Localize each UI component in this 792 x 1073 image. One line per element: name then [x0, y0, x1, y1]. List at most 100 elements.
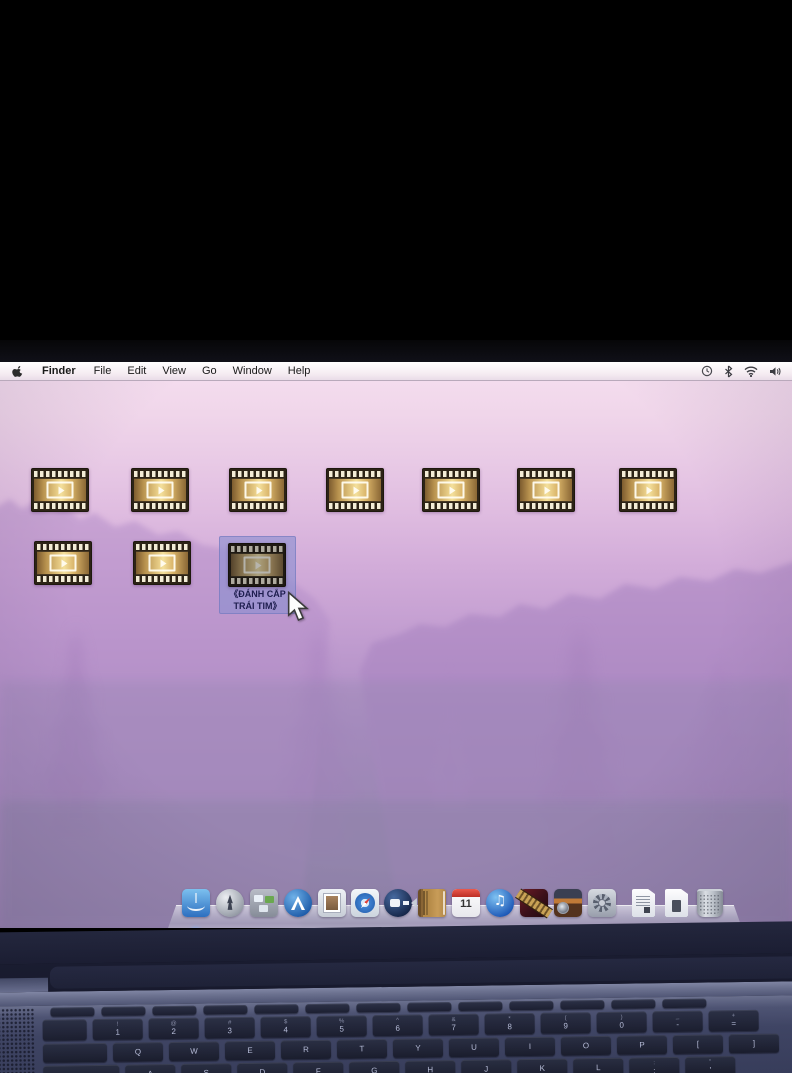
movie-file-icon[interactable] [34, 541, 92, 585]
key-D[interactable]: D [237, 1062, 287, 1073]
key-3[interactable]: #3 [205, 1017, 255, 1039]
key-5[interactable]: %5 [317, 1015, 367, 1037]
dock-item-calendar[interactable]: 11 [452, 889, 480, 917]
film-sprockets [37, 544, 89, 550]
key-blank[interactable] [203, 1005, 247, 1015]
key-1[interactable]: !1 [93, 1018, 143, 1040]
time-machine-icon[interactable] [701, 365, 713, 377]
dock-item-safari[interactable] [351, 889, 379, 917]
key-A[interactable]: A [125, 1064, 175, 1073]
key-T[interactable]: T [337, 1039, 387, 1059]
movie-file-icon[interactable] [229, 468, 287, 512]
dock-item-document-2[interactable] [665, 889, 688, 917]
key-blank[interactable] [560, 1000, 604, 1010]
film-body [232, 478, 284, 502]
movie-file-icon[interactable] [326, 468, 384, 512]
movie-file-icon[interactable] [619, 468, 677, 512]
key-blank[interactable] [662, 999, 706, 1009]
dock-item-imovie[interactable] [520, 889, 548, 917]
dock-item-app-store[interactable] [284, 889, 312, 917]
wifi-icon[interactable] [744, 366, 758, 377]
key-E[interactable]: E [225, 1041, 275, 1061]
key-blank[interactable] [50, 1007, 94, 1017]
key-K[interactable]: K [517, 1058, 567, 1073]
key-Y[interactable]: Y [393, 1038, 443, 1058]
key-blank[interactable] [101, 1006, 145, 1016]
key-J[interactable]: J [461, 1059, 511, 1073]
key-blank[interactable] [152, 1006, 196, 1016]
movie-file-icon[interactable] [31, 468, 89, 512]
movie-file-icon[interactable] [131, 468, 189, 512]
menu-item-help[interactable]: Help [280, 362, 319, 380]
movie-file-icon[interactable] [422, 468, 480, 512]
film-sprockets [34, 471, 86, 477]
key-0[interactable]: )0 [596, 1011, 646, 1033]
key-O[interactable]: O [561, 1036, 611, 1056]
menu-status-icons [701, 365, 792, 378]
key-I[interactable]: I [505, 1037, 555, 1057]
key-blank[interactable] [305, 1004, 349, 1014]
dock-item-finder[interactable] [182, 889, 210, 917]
film-body [37, 551, 89, 575]
key-blank[interactable] [509, 1001, 553, 1011]
key-=[interactable]: += [708, 1010, 758, 1032]
dock-item-itunes[interactable] [486, 889, 514, 917]
menu-item-finder[interactable]: Finder [34, 362, 86, 380]
wallpaper-forest [0, 381, 792, 928]
key--[interactable]: _- [652, 1011, 702, 1033]
key-9[interactable]: (9 [540, 1012, 590, 1034]
key-8[interactable]: *8 [485, 1013, 535, 1035]
menu-item-view[interactable]: View [154, 362, 194, 380]
key-[[interactable]: [ [673, 1034, 723, 1054]
key-6[interactable]: ^6 [373, 1014, 423, 1036]
dock-item-mission-control[interactable] [250, 889, 278, 917]
key-blank[interactable] [43, 1019, 87, 1041]
key-F[interactable]: F [293, 1062, 343, 1073]
volume-icon[interactable] [769, 366, 782, 377]
key-4[interactable]: $4 [261, 1016, 311, 1038]
key-blank[interactable] [254, 1004, 298, 1014]
key-][interactable]: ] [729, 1034, 779, 1054]
desktop[interactable]: 《ĐÁNH CẮPTRÁI TIM》 11 [0, 381, 792, 928]
play-button-icon [50, 555, 77, 572]
dock-item-system-preferences[interactable] [588, 889, 616, 917]
bluetooth-icon[interactable] [724, 365, 733, 378]
key-blank[interactable] [458, 1001, 502, 1011]
key-W[interactable]: W [169, 1041, 219, 1061]
key-blank[interactable] [356, 1003, 400, 1013]
menu-item-window[interactable]: Window [225, 362, 280, 380]
key-U[interactable]: U [449, 1037, 499, 1057]
movie-file-icon[interactable] [517, 468, 575, 512]
movie-file-icon[interactable] [133, 541, 191, 585]
key-Q[interactable]: Q [113, 1042, 163, 1062]
key-blank[interactable] [43, 1043, 107, 1063]
key-P[interactable]: P [617, 1035, 667, 1055]
film-sprockets [329, 471, 381, 477]
key-blank[interactable] [407, 1002, 451, 1012]
key-R[interactable]: R [281, 1040, 331, 1060]
play-button-icon [245, 482, 272, 499]
dock-item-iphoto[interactable] [554, 889, 582, 917]
key-S[interactable]: S [181, 1063, 231, 1073]
menu-item-file[interactable]: File [86, 362, 120, 380]
menu-item-edit[interactable]: Edit [119, 362, 154, 380]
key-G[interactable]: G [349, 1061, 399, 1073]
dock-item-mail[interactable] [318, 889, 346, 917]
dock-item-contacts[interactable] [418, 889, 446, 917]
key-blank[interactable] [611, 999, 655, 1009]
dock-item-facetime[interactable] [384, 889, 412, 917]
key-2[interactable]: @2 [149, 1018, 199, 1040]
key-'[interactable]: "' [685, 1056, 735, 1073]
key-7[interactable]: &7 [429, 1014, 479, 1036]
dock-item-launchpad[interactable] [216, 889, 244, 917]
menu-item-go[interactable]: Go [194, 362, 225, 380]
movie-file-icon-selected[interactable] [228, 543, 286, 587]
key-L[interactable]: L [573, 1058, 623, 1073]
dock-item-document[interactable] [632, 889, 655, 917]
apple-menu-icon[interactable] [12, 365, 24, 377]
key-;[interactable]: :; [629, 1057, 679, 1073]
film-sprockets [425, 471, 477, 477]
dock-item-trash[interactable] [697, 889, 723, 917]
key-H[interactable]: H [405, 1060, 455, 1073]
key-blank[interactable] [43, 1065, 119, 1073]
